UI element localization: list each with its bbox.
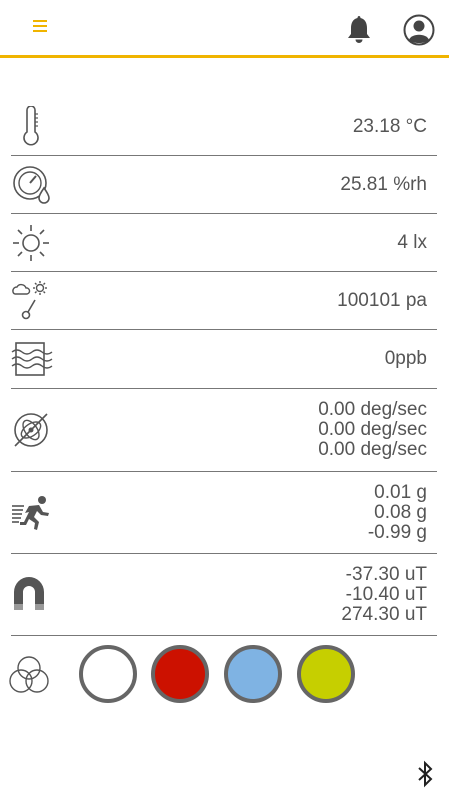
color-swatch-white[interactable] [79, 645, 137, 703]
magnet-z-value: 274.30 uT [341, 603, 427, 625]
color-swatch-blue[interactable] [224, 645, 282, 703]
gas-row: 0ppb [11, 330, 437, 389]
magnetometer-row: -37.30 uT -10.40 uT 274.30 uT [11, 554, 437, 636]
sun-icon [13, 224, 49, 261]
gyro-x-value: 0.00 deg/sec [318, 399, 427, 420]
magnet-x-value: -37.30 uT [345, 563, 427, 585]
gyroscope-icon [14, 413, 48, 447]
color-swatch-yellow[interactable] [297, 645, 355, 703]
pressure-row: 100101 pa [11, 272, 437, 330]
magnet-y-value: -10.40 uT [345, 583, 427, 605]
color-selector [0, 640, 449, 710]
top-app-bar [0, 0, 449, 58]
light-value: 4 lx [397, 231, 427, 253]
accelerometer-runner-icon [12, 495, 49, 530]
bluetooth-icon[interactable] [414, 760, 436, 788]
color-swatch-red[interactable] [151, 645, 209, 703]
air-quality-icon [11, 342, 53, 376]
menu-icon[interactable] [33, 20, 47, 34]
accel-z-value: -0.99 g [367, 521, 427, 543]
gyroscope-row: 0.00 deg/sec 0.00 deg/sec 0.00 deg/sec [11, 389, 437, 472]
accelerometer-row: 0.01 g 0.08 g -0.99 g [11, 472, 437, 554]
humidity-gauge-icon [13, 165, 50, 204]
temperature-row: 23.18 °C [11, 98, 437, 156]
accel-x-value: 0.01 g [374, 481, 427, 503]
gyro-y-value: 0.00 deg/sec [318, 419, 427, 440]
user-icon[interactable] [403, 14, 435, 46]
temperature-value: 23.18 °C [352, 115, 427, 137]
bell-icon[interactable] [345, 14, 373, 44]
pressure-value: 100101 pa [337, 289, 427, 311]
thermometer-icon [23, 105, 39, 145]
magnet-values: -37.30 uT -10.40 uT 274.30 uT [341, 563, 427, 625]
light-row: 4 lx [11, 214, 437, 272]
gyro-z-value: 0.00 deg/sec [318, 439, 427, 460]
accel-values: 0.01 g 0.08 g -0.99 g [367, 481, 427, 543]
humidity-value: 25.81 %rh [340, 173, 427, 195]
magnet-icon [14, 576, 44, 610]
color-mix-icon [9, 656, 49, 693]
gyro-values: 0.00 deg/sec 0.00 deg/sec 0.00 deg/sec [318, 400, 427, 460]
humidity-row: 25.81 %rh [11, 156, 437, 214]
gas-value: 0ppb [384, 348, 427, 369]
accel-y-value: 0.08 g [374, 501, 427, 523]
weather-pressure-icon [12, 280, 47, 319]
